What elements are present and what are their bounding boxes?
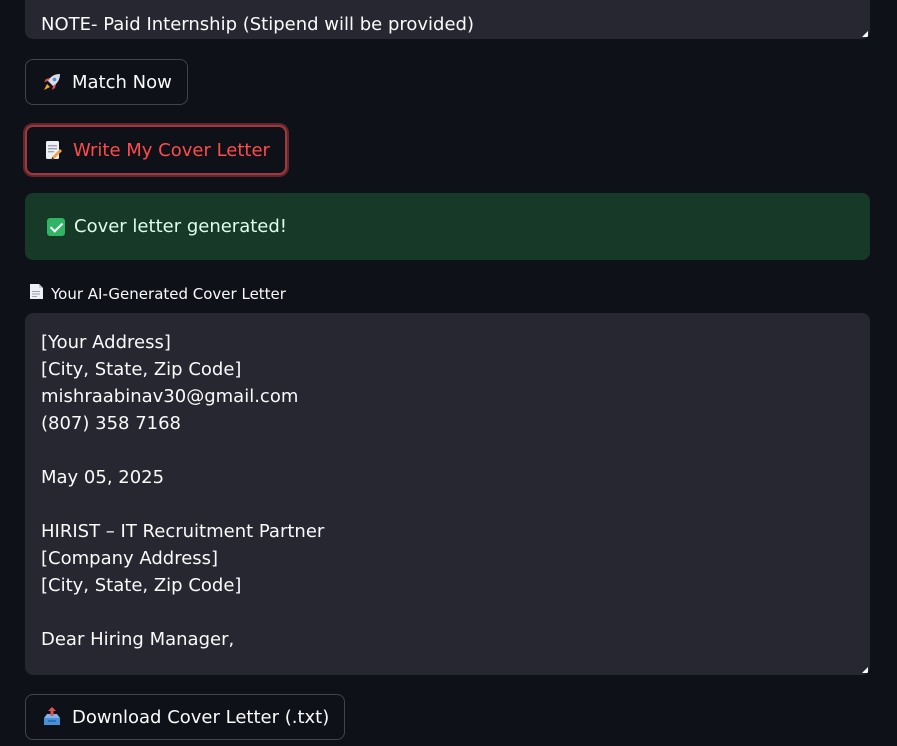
letter-line	[41, 491, 854, 518]
job-description-textarea[interactable]: NOTE- Paid Internship (Stipend will be p…	[25, 0, 870, 39]
resize-handle-icon[interactable]	[862, 31, 868, 37]
letter-line	[41, 437, 854, 464]
letter-line: [Your Address]	[41, 332, 171, 353]
resize-handle-icon[interactable]	[862, 667, 868, 673]
success-alert: Cover letter generated!	[25, 193, 870, 260]
check-mark-icon	[47, 217, 65, 236]
letter-line	[41, 599, 854, 626]
letter-line: HIRIST – IT Recruitment Partner	[41, 521, 325, 542]
job-description-visible-line: NOTE- Paid Internship (Stipend will be p…	[41, 14, 474, 35]
rocket-icon	[42, 72, 62, 92]
write-cover-letter-label: Write My Cover Letter	[73, 139, 270, 161]
letter-line: Dear Hiring Manager,	[41, 629, 235, 650]
letter-line: mishraabinav30@gmail.com	[41, 386, 299, 407]
outbox-tray-icon	[42, 707, 62, 727]
memo-icon	[43, 140, 63, 160]
cover-letter-label-text: Your AI-Generated Cover Letter	[51, 284, 286, 303]
letter-line: [City, State, Zip Code]	[41, 575, 242, 596]
letter-line: [Company Address]	[41, 548, 219, 569]
match-now-button[interactable]: Match Now	[25, 59, 188, 105]
cover-letter-textarea[interactable]: [Your Address] [City, State, Zip Code] m…	[25, 313, 870, 675]
letter-line: [City, State, Zip Code]	[41, 359, 242, 380]
letter-line: May 05, 2025	[41, 467, 165, 488]
cover-letter-field-label: Your AI-Generated Cover Letter	[29, 283, 286, 304]
letter-line: (807) 358 7168	[41, 413, 182, 434]
download-cover-letter-button[interactable]: Download Cover Letter (.txt)	[25, 694, 346, 740]
page-icon	[29, 283, 44, 304]
match-now-label: Match Now	[72, 71, 172, 93]
write-cover-letter-button[interactable]: Write My Cover Letter	[25, 125, 287, 175]
success-alert-text: Cover letter generated!	[74, 216, 288, 237]
download-cover-letter-label: Download Cover Letter (.txt)	[72, 706, 330, 728]
